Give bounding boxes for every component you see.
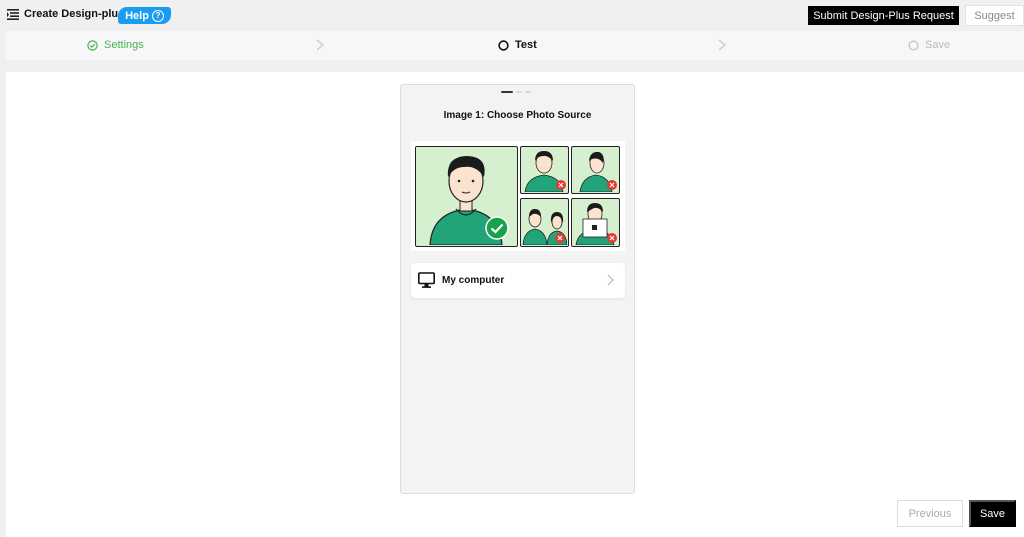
page-dot — [501, 91, 513, 93]
circle-icon — [908, 39, 919, 51]
page-indicator — [501, 91, 531, 93]
submit-request-button[interactable]: Submit Design-Plus Request — [808, 6, 959, 25]
bad-photo-example — [520, 146, 569, 194]
good-photo-example — [415, 146, 518, 247]
chevron-right-icon — [718, 39, 726, 51]
bad-photo-example — [520, 198, 569, 247]
step-label: Save — [925, 39, 951, 51]
source-option-label: My computer — [442, 275, 505, 286]
check-badge-icon — [485, 216, 509, 240]
page-dot — [516, 91, 522, 93]
top-bar: Create Design-plus Help ? Submit Design-… — [0, 0, 1024, 30]
mobile-preview: Image 1: Choose Photo Source My computer — [400, 84, 635, 494]
circle-icon — [498, 39, 509, 51]
bad-photo-example — [571, 146, 620, 194]
check-circle-icon — [87, 39, 98, 51]
step-label: Test — [515, 39, 537, 51]
suggest-button[interactable]: Suggest — [965, 5, 1024, 26]
help-button[interactable]: Help ? — [118, 7, 171, 24]
stepper: Settings Test Save — [6, 31, 1024, 60]
photo-guidelines-illustration — [411, 141, 625, 251]
preview-title: Image 1: Choose Photo Source — [443, 110, 592, 121]
chevron-right-icon — [316, 39, 324, 51]
monitor-icon — [418, 272, 435, 288]
main-content: Image 1: Choose Photo Source My computer… — [6, 72, 1024, 537]
step-save[interactable]: Save — [908, 39, 950, 51]
step-label: Settings — [104, 39, 144, 51]
page-title: Create Design-plus — [24, 8, 125, 20]
menu-collapse-icon[interactable] — [7, 9, 19, 20]
chevron-right-icon — [607, 274, 614, 286]
page-dot — [525, 91, 531, 93]
question-circle-icon: ? — [151, 9, 164, 22]
help-label: Help — [125, 9, 149, 22]
save-button[interactable]: Save — [969, 500, 1016, 527]
bad-photo-example — [571, 198, 620, 247]
step-test[interactable]: Test — [498, 39, 537, 51]
step-settings[interactable]: Settings — [87, 39, 144, 51]
previous-button[interactable]: Previous — [897, 500, 963, 527]
source-option-my-computer[interactable]: My computer — [411, 263, 625, 298]
